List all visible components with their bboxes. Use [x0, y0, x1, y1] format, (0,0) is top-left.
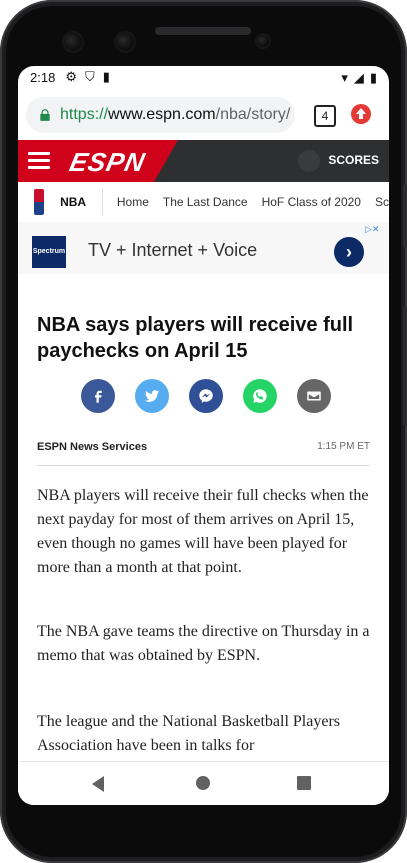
messenger-icon — [199, 389, 213, 403]
article-paragraph: The NBA gave teams the directive on Thur… — [37, 623, 370, 664]
advertisement[interactable]: Spectrum TV + Internet + Voice › ▷✕ — [18, 222, 389, 275]
tabs-count: 4 — [321, 109, 329, 123]
byline: ESPN News Services 1:15 PM ET — [37, 437, 370, 466]
subnav-title[interactable]: NBA — [60, 195, 86, 209]
whatsapp-share-button[interactable] — [243, 379, 277, 413]
phone-frame: 2:18 ⚙ ⛉ ▮ ▾ ◢ ▮ https://www.espn.com/nb… — [0, 0, 407, 863]
subnav-item-hof-class-2020[interactable]: HoF Class of 2020 — [262, 195, 361, 209]
power-button — [403, 184, 407, 248]
article-paragraph: The league and the National Basketball P… — [37, 713, 341, 754]
recents-icon[interactable] — [297, 776, 311, 790]
byline-source: ESPN News Services — [37, 441, 148, 453]
adchoices-icon[interactable]: ▷✕ — [365, 224, 387, 236]
update-icon[interactable] — [351, 104, 371, 124]
nba-logo-icon — [34, 189, 45, 215]
settings-icon: ⚙ — [65, 69, 77, 84]
wifi-icon: ▾ — [341, 70, 348, 85]
article-paragraph: NBA players will receive their full chec… — [37, 487, 369, 576]
screen: 2:18 ⚙ ⛉ ▮ ▾ ◢ ▮ https://www.espn.com/nb… — [18, 66, 389, 805]
lock-icon — [38, 108, 52, 122]
menu-icon[interactable] — [28, 152, 50, 170]
earpiece — [155, 27, 251, 35]
article-headline: NBA says players will receive full paych… — [37, 314, 354, 362]
subnav-divider — [102, 189, 103, 215]
espn-header: ESPN SCORES — [18, 140, 389, 182]
battery-icon: ▮ — [369, 70, 377, 85]
twitter-share-button[interactable] — [135, 379, 169, 413]
twitter-icon — [144, 390, 160, 402]
status-icons-left: ⚙ ⛉ ▮ — [65, 69, 110, 85]
facebook-icon — [95, 390, 102, 403]
shield-icon: ⛉ — [84, 69, 95, 84]
share-row — [81, 379, 331, 413]
android-nav-bar — [18, 761, 389, 805]
browser-toolbar: https://www.espn.com/nba/story/ 4 — [18, 88, 389, 140]
tabs-count-icon[interactable]: 4 — [314, 105, 336, 127]
url-path: /nba/story/ — [215, 106, 291, 123]
subnav-item-home[interactable]: Home — [117, 195, 149, 209]
sd-card-icon: ▮ — [102, 69, 110, 84]
home-icon[interactable] — [196, 776, 210, 790]
url-text: https://www.espn.com/nba/story/ — [60, 106, 290, 124]
signal-icon: ◢ — [353, 70, 364, 85]
front-camera-left — [64, 33, 82, 51]
volume-button — [403, 306, 407, 426]
front-sensor — [257, 35, 269, 47]
status-time: 2:18 — [30, 69, 56, 85]
messenger-share-button[interactable] — [189, 379, 223, 413]
whatsapp-icon — [253, 389, 267, 403]
email-share-button[interactable] — [297, 379, 331, 413]
ad-text: TV + Internet + Voice — [88, 240, 258, 260]
espn-avatar-icon[interactable] — [298, 150, 320, 172]
sport-subnav: NBA Home The Last Dance HoF Class of 202… — [18, 182, 389, 223]
status-icons-right: ▾ ◢ ▮ — [341, 70, 377, 86]
article: NBA says players will receive full paych… — [18, 274, 389, 805]
espn-logo[interactable]: ESPN — [67, 147, 148, 178]
ad-arrow-button[interactable]: › — [334, 237, 364, 267]
facebook-share-button[interactable] — [81, 379, 115, 413]
url-secure: https:// — [60, 106, 109, 123]
url-host: www.espn.com — [108, 106, 216, 123]
address-bar[interactable]: https://www.espn.com/nba/story/ — [26, 97, 295, 133]
email-icon — [307, 391, 321, 401]
subnav-item-the-last-dance[interactable]: The Last Dance — [163, 195, 248, 209]
byline-time: 1:15 PM ET — [317, 441, 370, 452]
scores-link[interactable]: SCORES — [328, 153, 379, 167]
status-bar: 2:18 ⚙ ⛉ ▮ ▾ ◢ ▮ — [18, 66, 389, 88]
spectrum-logo: Spectrum — [32, 236, 66, 268]
subnav-item-scores[interactable]: Sc — [375, 195, 389, 209]
front-camera-right — [116, 33, 134, 51]
back-icon[interactable] — [92, 776, 104, 792]
